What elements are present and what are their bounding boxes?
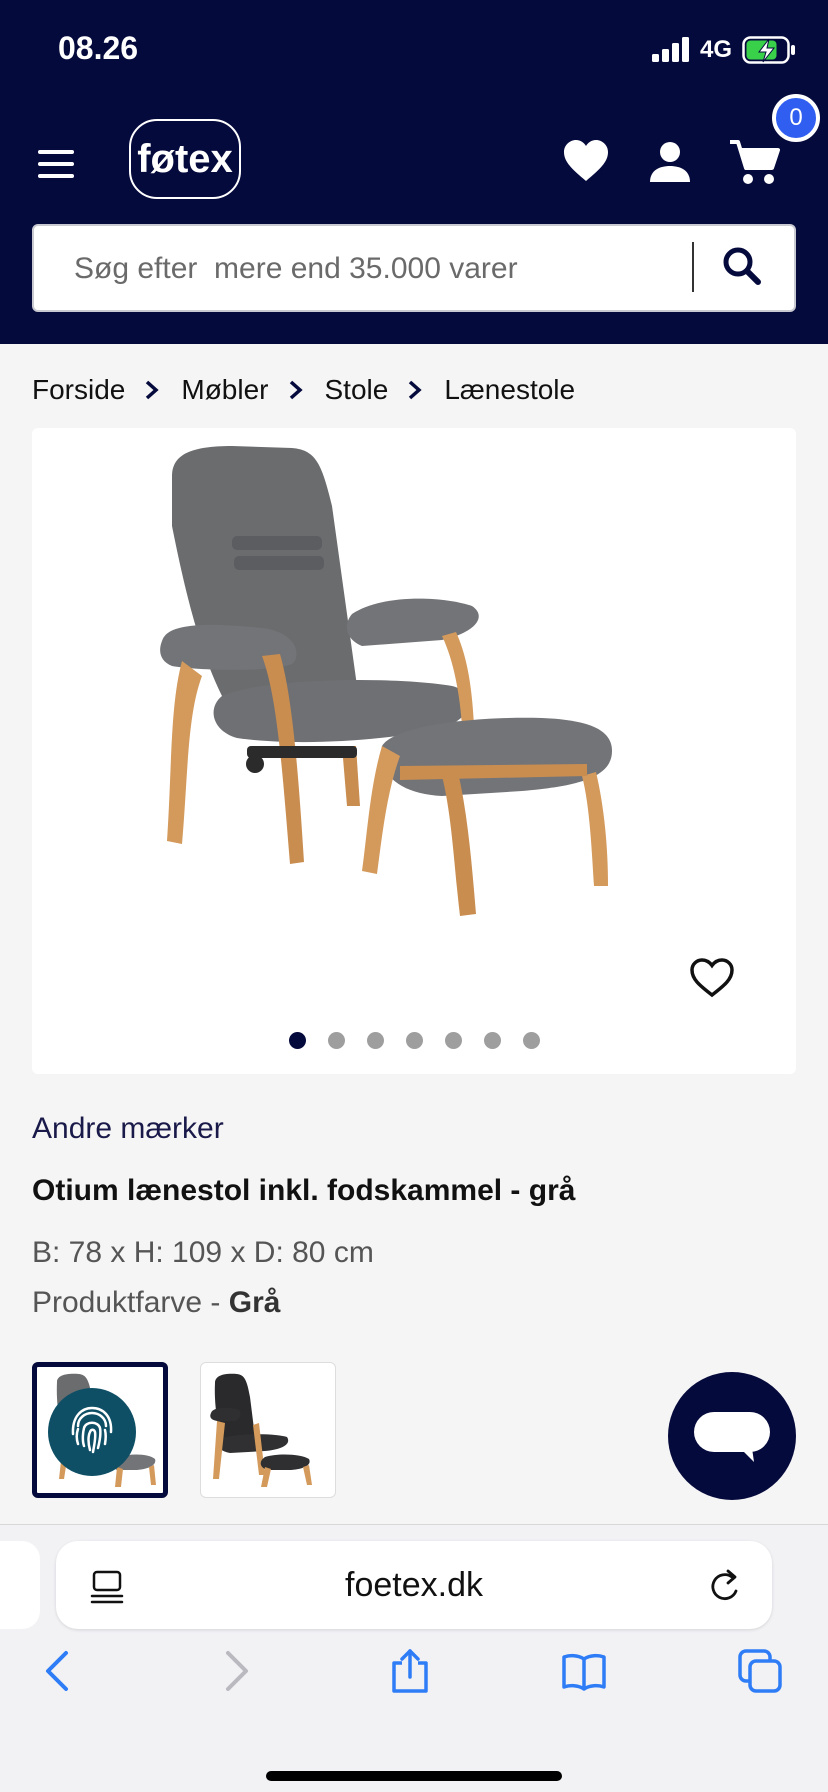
chevron-right-icon (409, 380, 422, 400)
address-bar[interactable]: foetex.dk (56, 1541, 772, 1629)
site-header: føtex 0 (0, 94, 828, 344)
network-type: 4G (700, 36, 733, 63)
previous-tab-preview[interactable] (0, 1541, 40, 1629)
search-input[interactable] (72, 240, 696, 298)
customer-chat-button[interactable] (668, 1372, 796, 1500)
fingerprint-consent-button[interactable] (48, 1388, 136, 1476)
search-icon[interactable] (714, 242, 774, 294)
variant-black-chair-image (210, 1373, 312, 1487)
gallery-dot[interactable] (288, 1032, 306, 1049)
hamburger-menu-icon[interactable] (34, 146, 78, 182)
gallery-dot[interactable] (444, 1032, 462, 1049)
variant-thumbnail-black[interactable] (200, 1362, 336, 1498)
fotex-logo[interactable]: føtex (129, 119, 241, 199)
product-brand[interactable]: Andre mærker (32, 1112, 224, 1146)
breadcrumb: Forside Møbler Stole Lænestole (32, 370, 593, 410)
chat-bubble-icon (694, 1412, 770, 1462)
battery-charging-icon (742, 36, 795, 64)
cart-count-badge: 0 (772, 94, 820, 142)
status-time: 08.26 (58, 30, 139, 66)
fingerprint-icon (71, 1406, 113, 1454)
gallery-dot[interactable] (327, 1032, 345, 1049)
home-indicator (266, 1771, 562, 1781)
chevron-right-icon (146, 380, 160, 400)
status-bar: 08.26 4G (0, 0, 828, 100)
gallery-dot[interactable] (522, 1032, 540, 1049)
product-image-armchair (160, 446, 612, 916)
url-text: foetex.dk (345, 1565, 483, 1604)
share-icon[interactable] (386, 1647, 434, 1695)
back-icon[interactable] (34, 1647, 82, 1695)
product-color-label: Produktfarve - (32, 1286, 229, 1319)
gallery-pagination (32, 1032, 796, 1052)
signal-icon (652, 37, 689, 62)
user-account-icon[interactable] (648, 140, 692, 184)
product-color-value: Grå (228, 1286, 281, 1319)
breadcrumb-laenestole[interactable]: Lænestole (444, 374, 575, 406)
reload-icon[interactable] (708, 1567, 744, 1605)
product-title: Otium lænestol inkl. fodskammel - grå (32, 1174, 576, 1207)
tabs-icon[interactable] (736, 1647, 784, 1695)
add-to-favorites-heart-icon[interactable] (688, 956, 736, 1000)
favorites-heart-icon[interactable] (562, 138, 610, 184)
bookmarks-icon[interactable] (560, 1647, 608, 1695)
forward-icon[interactable] (212, 1647, 260, 1695)
browser-toolbar: foetex.dk (0, 1525, 828, 1792)
product-color: Produktfarve - Grå (32, 1286, 280, 1320)
chevron-right-icon (289, 380, 303, 400)
search-divider (692, 242, 694, 292)
breadcrumb-mobler[interactable]: Møbler (181, 374, 268, 406)
breadcrumb-forside[interactable]: Forside (32, 374, 125, 406)
breadcrumb-stole[interactable]: Stole (325, 374, 389, 406)
product-gallery[interactable] (32, 428, 796, 1074)
gallery-dot[interactable] (366, 1032, 384, 1049)
shopping-cart-icon[interactable] (728, 138, 780, 186)
gallery-dot[interactable] (483, 1032, 501, 1049)
product-dimensions: B: 78 x H: 109 x D: 80 cm (32, 1236, 374, 1269)
gallery-dot[interactable] (405, 1032, 423, 1049)
search-bar (32, 224, 796, 312)
